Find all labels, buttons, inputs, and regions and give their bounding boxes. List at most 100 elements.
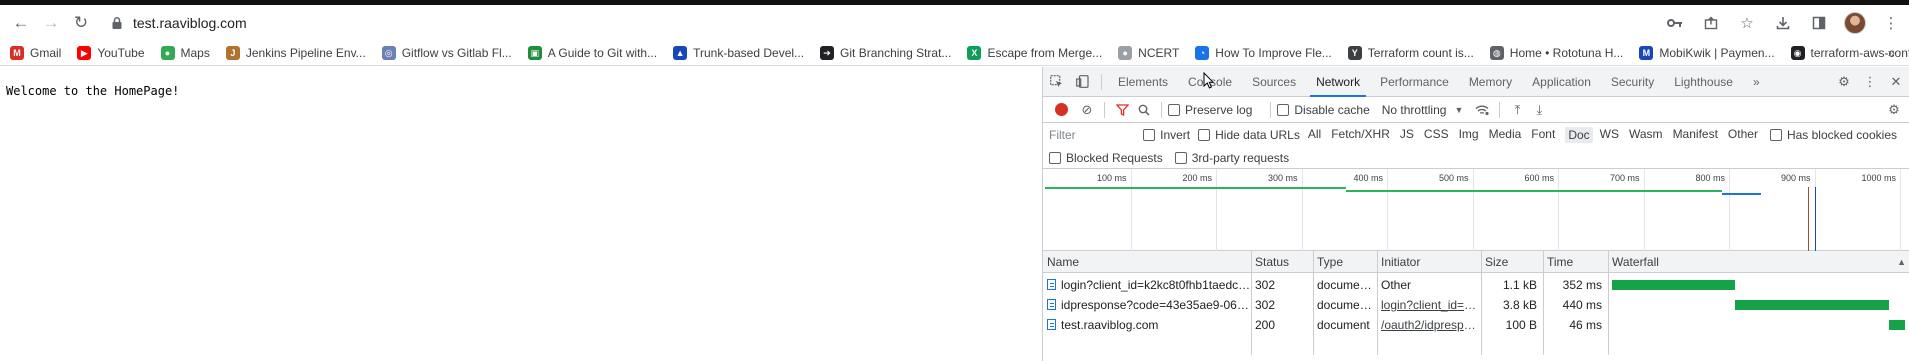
bookmark-item[interactable]: X Escape from Merge... [967,46,1102,60]
settings-gear-icon[interactable]: ⚙ [1831,67,1857,97]
filter-type-media[interactable]: Media [1489,127,1522,143]
bookmark-label: YouTube [97,46,145,60]
cell-name[interactable]: idpresponse?code=43e35ae9-0677-4964-a9..… [1043,295,1251,315]
more-tabs-icon[interactable]: » [1743,67,1770,97]
bookmark-item[interactable]: ◎ Gitflow vs Gitlab Fl... [381,46,512,60]
forward-arrow-icon[interactable]: → [36,8,66,38]
checkbox-box[interactable] [1769,129,1782,141]
filter-input[interactable]: Filter [1049,128,1143,142]
tab-elements[interactable]: Elements [1108,67,1178,97]
disable-cache-checkbox[interactable]: Disable cache [1277,103,1370,117]
checkbox-box[interactable] [1143,129,1156,141]
import-har-icon[interactable]: ⤒ [1506,99,1528,121]
checkbox-box[interactable] [1277,103,1290,116]
tab-memory[interactable]: Memory [1459,67,1522,97]
filter-type-doc[interactable]: Doc [1565,127,1593,143]
share-icon[interactable] [1693,5,1729,41]
address-bar[interactable]: test.raaviblog.com [100,9,1700,37]
bookmark-item[interactable]: J Jenkins Pipeline Env... [225,46,366,60]
filter-funnel-icon[interactable] [1111,99,1133,121]
record-icon[interactable] [1055,103,1068,116]
device-toolbar-icon[interactable] [1069,67,1095,97]
profile-avatar[interactable] [1837,5,1873,41]
filter-type-other[interactable]: Other [1728,127,1758,143]
column-header-status[interactable]: Status [1251,251,1313,273]
lock-icon [110,16,124,30]
column-header-size[interactable]: Size [1481,251,1543,273]
throttling-select[interactable]: No throttling [1382,103,1447,117]
filter-type-wasm[interactable]: Wasm [1629,127,1663,143]
filter-type-all[interactable]: All [1308,127,1321,143]
jenkins-icon: J [225,46,240,60]
column-header-time[interactable]: Time [1543,251,1608,273]
table-row[interactable]: test.raaviblog.com 200 document/oauth2/idp… [1043,315,1909,335]
tab-network[interactable]: Network [1306,67,1370,97]
bookmark-label: Maps [180,46,210,60]
back-arrow-icon[interactable]: ← [6,8,36,38]
side-panel-icon[interactable] [1801,5,1837,41]
bookmark-item[interactable]: M Gmail [10,46,61,60]
bookmark-item[interactable]: Y Terraform count is... [1347,46,1474,60]
cell-initiator[interactable]: login?client_id=k2kc8t... [1377,295,1481,315]
column-header-name[interactable]: Name [1043,251,1251,273]
export-har-icon[interactable]: ⤓ [1528,99,1550,121]
search-icon[interactable] [1133,99,1155,121]
tab-performance[interactable]: Performance [1370,67,1459,97]
tab-security[interactable]: Security [1601,67,1664,97]
invert-checkbox[interactable]: Invert [1143,128,1190,142]
filter-type-img[interactable]: Img [1459,127,1479,143]
network-conditions-icon[interactable] [1471,99,1493,121]
column-header-initiator[interactable]: Initiator [1377,251,1481,273]
filter-type-ws[interactable]: WS [1600,127,1619,143]
bookmark-item[interactable]: ➔ Git Branching Strat... [820,46,951,60]
tab-application[interactable]: Application [1522,67,1601,97]
bookmark-star-icon[interactable]: ☆ [1729,5,1765,41]
mobikwik-icon: M [1639,46,1654,60]
table-row[interactable]: idpresponse?code=43e35ae9-0677-4964-a9..… [1043,295,1909,315]
blocked-requests-checkbox[interactable]: Blocked Requests [1049,151,1163,165]
network-settings-gear-icon[interactable]: ⚙ [1883,99,1905,121]
filter-type-font[interactable]: Font [1531,127,1555,143]
key-icon[interactable] [1657,5,1693,41]
cell-name[interactable]: login?client_id=k2kc8t0fhb1taedcostfdbln… [1043,275,1251,295]
bookmark-item[interactable]: M MobiKwik | Paymen... [1639,46,1775,60]
checkbox-box[interactable] [1198,129,1211,141]
hide-data-urls-checkbox[interactable]: Hide data URLs [1198,128,1300,142]
close-devtools-icon[interactable]: ✕ [1883,67,1909,97]
bookmark-item[interactable]: ▣ A Guide to Git with... [527,46,657,60]
has-blocked-cookies-checkbox[interactable]: Has blocked cookies [1769,128,1897,142]
inspect-element-icon[interactable] [1043,67,1069,97]
filter-type-fetch-xhr[interactable]: Fetch/XHR [1331,127,1390,143]
tab-lighthouse[interactable]: Lighthouse [1664,67,1743,97]
filter-type-js[interactable]: JS [1400,127,1414,143]
table-row[interactable]: login?client_id=k2kc8t0fhb1taedcostfdbln… [1043,275,1909,295]
third-party-checkbox[interactable]: 3rd-party requests [1174,151,1289,165]
bookmark-item[interactable]: ▲ Trunk-based Devel... [673,46,804,60]
column-header-waterfall[interactable]: Waterfall [1608,251,1909,273]
bookmark-item[interactable]: ◍ Home • Rototuna H... [1489,46,1623,60]
reload-icon[interactable]: ↻ [66,8,96,38]
download-icon[interactable] [1765,5,1801,41]
checkbox-box[interactable] [1049,151,1061,164]
timeline-tick-label: 500 ms [1438,173,1469,183]
tab-sources[interactable]: Sources [1242,67,1306,97]
filter-type-manifest[interactable]: Manifest [1673,127,1718,143]
checkbox-box[interactable] [1168,103,1180,116]
bookmark-item[interactable]: ▶ YouTube [77,46,145,60]
preserve-log-checkbox[interactable]: Preserve log [1168,103,1252,117]
timeline-overview[interactable]: 100 ms 200 ms 300 ms 400 ms 500 ms 600 ms 700 … [1043,169,1909,251]
cell-time: 46 ms [1569,318,1602,332]
devtools-menu-icon[interactable]: ⋮ [1857,67,1883,97]
cell-initiator[interactable]: /oauth2/idpresponse?... [1377,315,1481,335]
bookmark-item[interactable]: ◔ How To Improve Fle... [1195,46,1332,60]
chevron-down-icon[interactable]: ▼ [1454,105,1463,115]
column-header-type[interactable]: Type [1313,251,1377,273]
more-menu-icon[interactable]: ⋮ [1873,5,1909,41]
checkbox-box[interactable] [1174,151,1187,164]
bookmark-item[interactable]: ● Maps [160,46,210,60]
bookmark-item[interactable]: ● NCERT [1118,46,1179,60]
clear-icon[interactable]: ⊘ [1076,99,1098,121]
more-bookmarks-icon[interactable]: » [1888,45,1895,60]
filter-type-css[interactable]: CSS [1424,127,1449,143]
cell-name[interactable]: test.raaviblog.com [1043,315,1251,335]
